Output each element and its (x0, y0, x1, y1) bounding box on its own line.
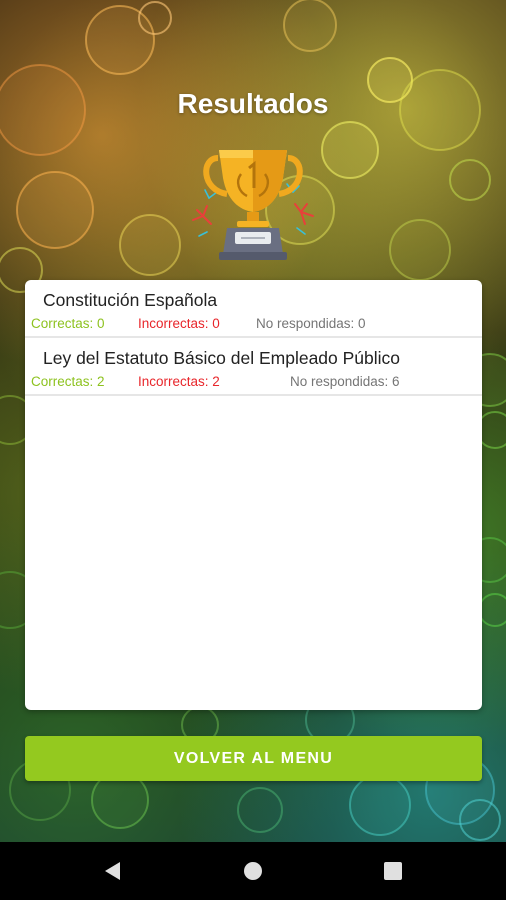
correct-count: Correctas: 0 (31, 316, 105, 331)
incorrect-count: Incorrectas: 2 (138, 374, 220, 389)
unanswered-count: No respondidas: 6 (290, 374, 400, 389)
list-item[interactable]: Constitución Española Correctas: 0 Incor… (25, 280, 482, 338)
trophy-icon (192, 150, 314, 260)
recents-square-icon[interactable] (381, 859, 405, 883)
quiz-title: Ley del Estatuto Básico del Empleado Púb… (43, 348, 401, 368)
incorrect-count: Incorrectas: 0 (138, 316, 220, 331)
correct-count: Correctas: 2 (31, 374, 105, 389)
results-list: Constitución Española Correctas: 0 Incor… (25, 280, 482, 710)
home-circle-icon[interactable] (241, 859, 265, 883)
quiz-title: Constitución Española (43, 290, 218, 310)
back-to-menu-button[interactable]: VOLVER AL MENU (25, 736, 482, 781)
unanswered-count: No respondidas: 0 (256, 316, 366, 331)
list-item[interactable]: Ley del Estatuto Básico del Empleado Púb… (25, 338, 482, 396)
page-title: Resultados (177, 88, 329, 119)
android-nav-bar (0, 842, 506, 900)
back-triangle-icon[interactable] (101, 859, 125, 883)
